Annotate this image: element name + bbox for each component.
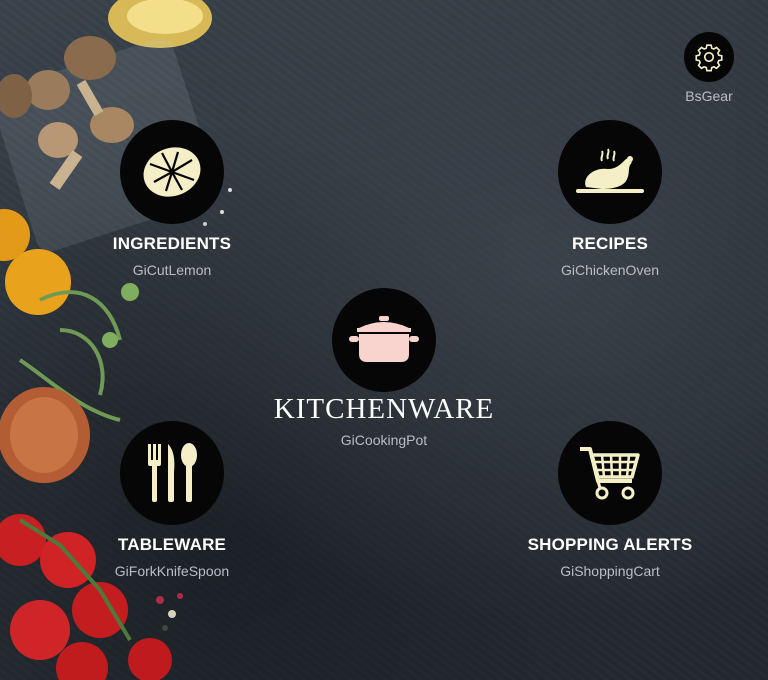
- shopping-caption: GiShoppingCart: [560, 563, 660, 579]
- settings-caption: BsGear: [685, 88, 733, 104]
- shopping-node: SHOPPING ALERTS GiShoppingCart: [510, 421, 710, 579]
- ingredients-button[interactable]: [120, 120, 224, 224]
- ingredients-caption: GiCutLemon: [132, 262, 212, 278]
- ingredients-node: INGREDIENTS GiCutLemon: [72, 120, 272, 278]
- tableware-button[interactable]: [120, 421, 224, 525]
- cut-lemon-icon: [143, 147, 201, 197]
- shopping-button[interactable]: [558, 421, 662, 525]
- settings-button[interactable]: [684, 32, 734, 82]
- cooking-pot-icon: [349, 316, 419, 362]
- kitchenware-caption: GiCookingPot: [340, 432, 428, 448]
- kitchenware-label[interactable]: KITCHENWARE: [274, 393, 494, 426]
- shopping-label[interactable]: SHOPPING ALERTS: [528, 535, 693, 555]
- ingredients-label[interactable]: INGREDIENTS: [113, 234, 231, 254]
- recipes-button[interactable]: [558, 120, 662, 224]
- tableware-label[interactable]: TABLEWARE: [118, 535, 226, 555]
- fork-knife-spoon-icon: [148, 443, 197, 502]
- recipes-label[interactable]: RECIPES: [572, 234, 648, 254]
- kitchenware-button[interactable]: [332, 288, 436, 392]
- tableware-node: TABLEWARE GiForkKnifeSpoon: [72, 421, 272, 579]
- shopping-cart-icon: [580, 447, 640, 500]
- recipes-node: RECIPES GiChickenOven: [510, 120, 710, 278]
- recipes-caption: GiChickenOven: [560, 262, 660, 278]
- gear-icon: [695, 44, 723, 72]
- kitchenware-node: KITCHENWARE GiCookingPot: [234, 288, 534, 448]
- chicken-oven-icon: [576, 148, 644, 193]
- tableware-caption: GiForkKnifeSpoon: [114, 563, 230, 579]
